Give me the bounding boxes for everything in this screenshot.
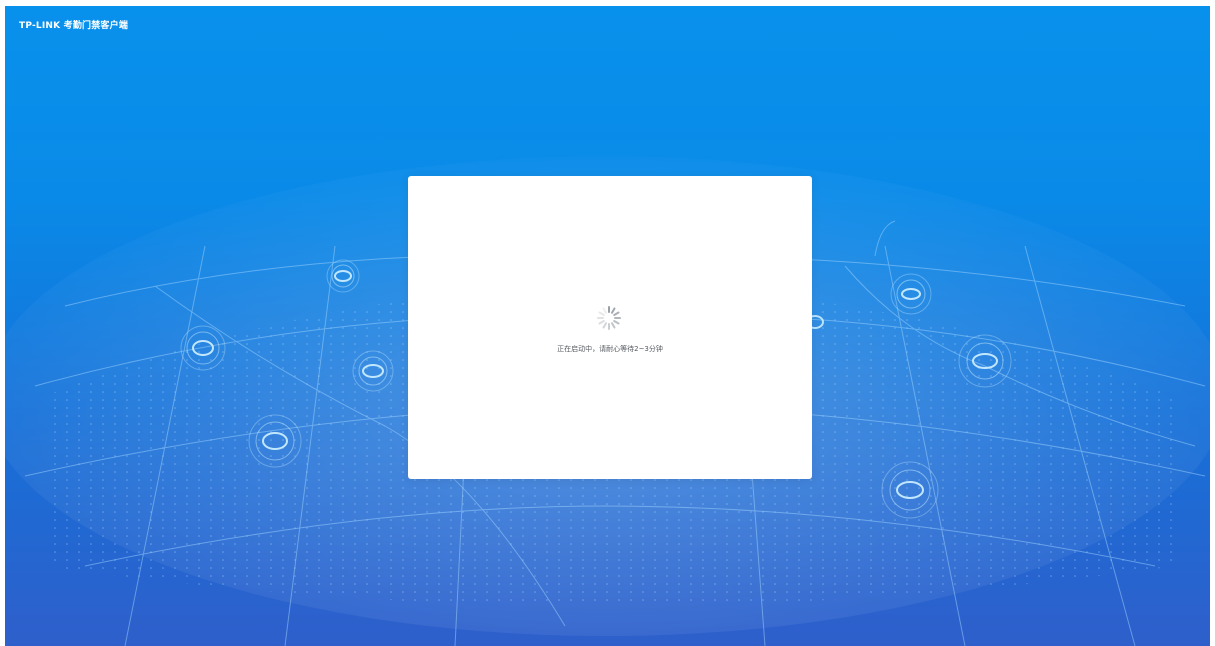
loading-status-text: 正在启动中，请耐心等待2~3分钟	[557, 345, 663, 353]
loading-dialog: 正在启动中，请耐心等待2~3分钟	[408, 176, 812, 479]
loading-spinner-icon	[595, 304, 623, 332]
app-brand-title: TP-LINK 考勤门禁客户端	[19, 21, 129, 31]
app-window: TP-LINK 考勤门禁客户端 正在启动中，请耐心等待2~3分钟	[5, 6, 1210, 646]
